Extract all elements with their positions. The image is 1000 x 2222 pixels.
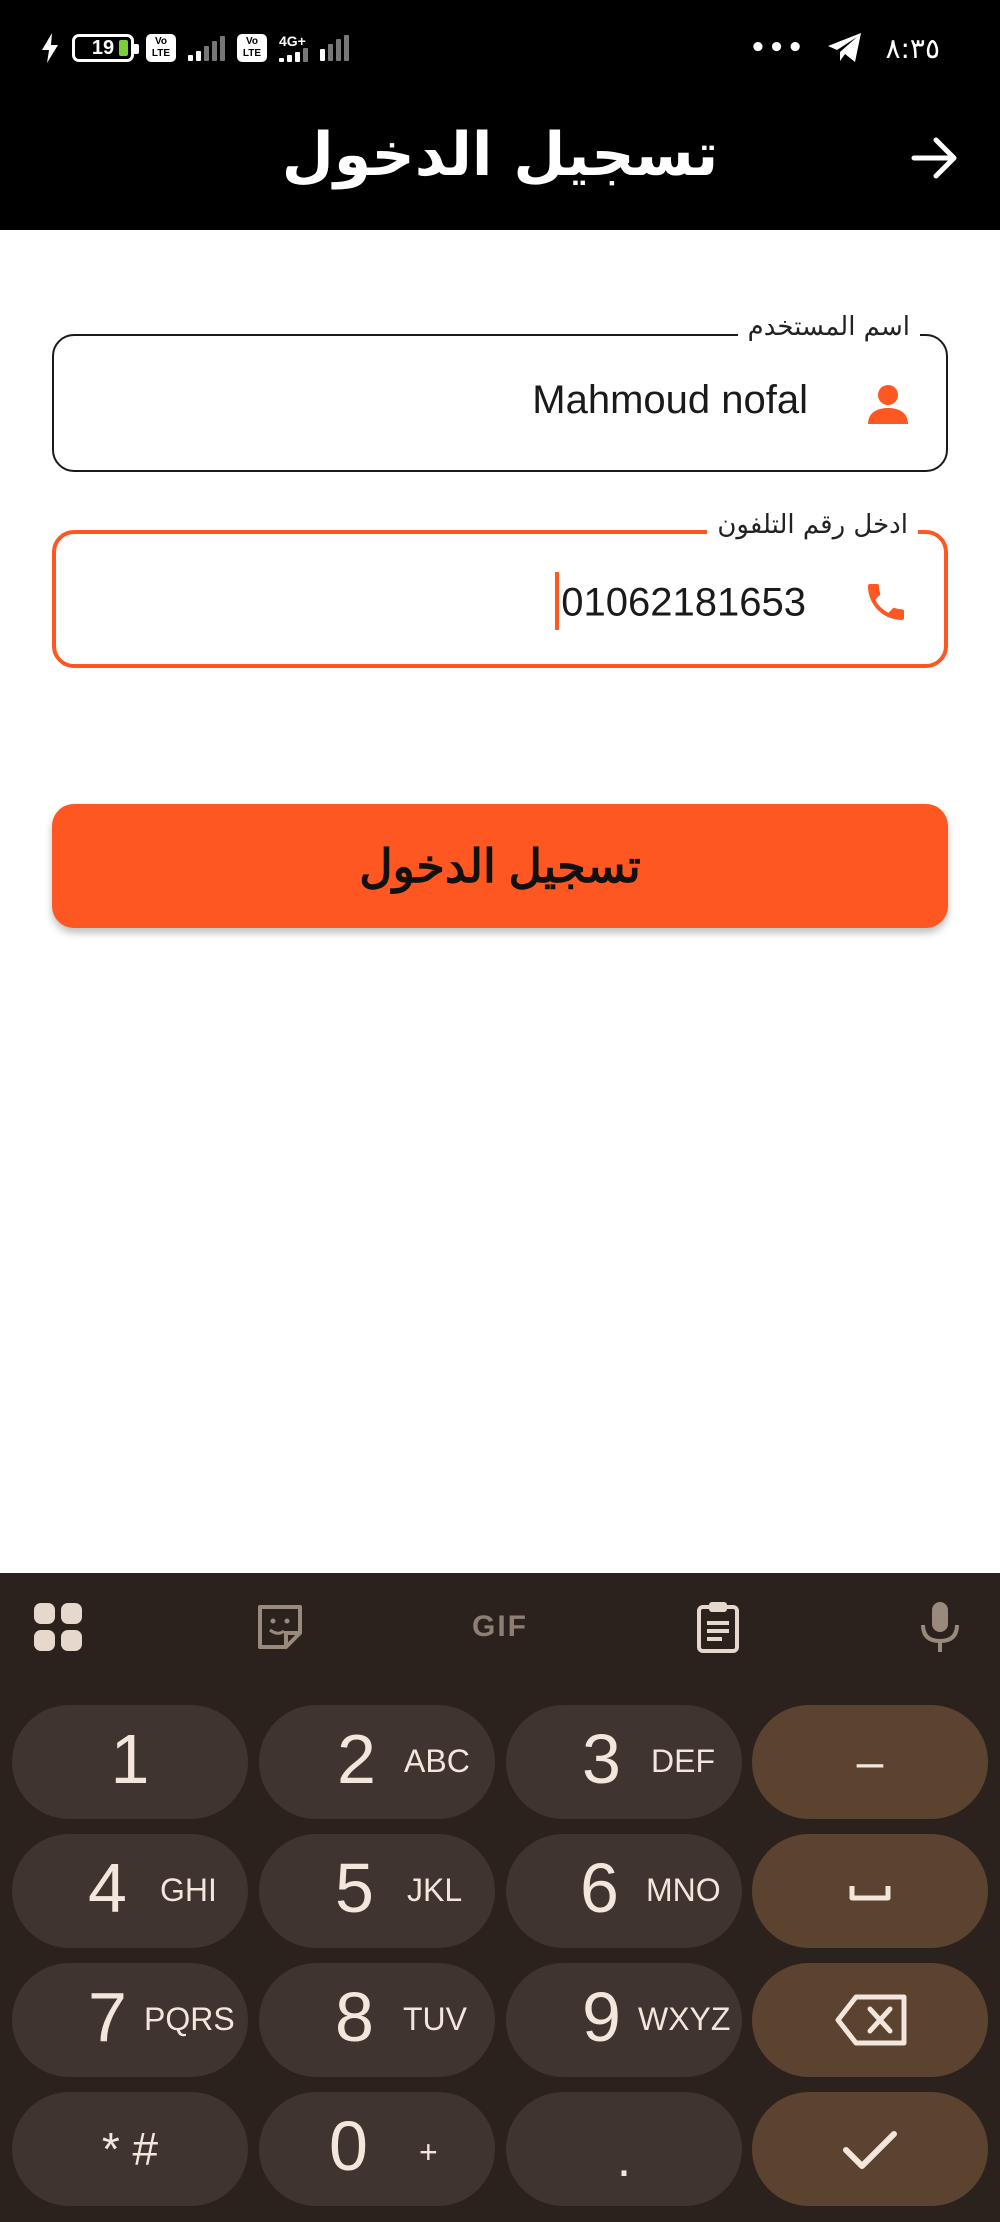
done-key[interactable]	[752, 2092, 988, 2206]
key-9[interactable]: 9 WXYZ	[506, 1963, 742, 2077]
status-bar: 19 Vo LTE Vo LTE 4G+ ••• ٨:٣٥	[0, 0, 1000, 95]
checkmark-icon	[843, 2131, 897, 2169]
key-4-digit: 4	[88, 1849, 127, 1927]
status-right: ••• ٨:٣٥	[750, 28, 940, 68]
username-label: اسم المستخدم	[737, 312, 920, 342]
dot-key-label: .	[616, 2130, 632, 2188]
dash-key-label: –	[856, 1735, 884, 1789]
space-key[interactable]	[752, 1834, 988, 1948]
phone-input[interactable]: 01062181653	[555, 572, 806, 634]
key-0-digit: 0	[329, 2107, 368, 2185]
telegram-icon	[828, 33, 862, 62]
apps-grid-icon[interactable]	[30, 1599, 86, 1655]
person-icon	[868, 385, 908, 424]
key-7-letters: PQRS	[144, 2001, 235, 2037]
login-button-label: تسجيل الدخول	[359, 840, 641, 892]
username-field[interactable]: اسم المستخدم Mahmoud nofal	[52, 312, 948, 472]
key-3-digit: 3	[582, 1720, 621, 1798]
key-6[interactable]: 6 MNO	[506, 1834, 742, 1948]
network-type: 4G+	[279, 33, 306, 49]
key-2[interactable]: 2 ABC	[259, 1705, 495, 1819]
key-7[interactable]: 7 PQRS	[12, 1963, 248, 2077]
key-4-letters: GHI	[160, 1872, 217, 1908]
numeric-keyboard: GIF 1 2 ABC 3 DEF – 4 GHI 5 JKL 6 MNO 7 …	[0, 1573, 1000, 2222]
key-1[interactable]: 1	[12, 1705, 248, 1819]
phone-value: 01062181653	[561, 580, 806, 625]
battery-fill	[119, 40, 128, 56]
network-indicator: 4G+	[279, 34, 308, 62]
key-0-plus: +	[419, 2134, 438, 2170]
key-6-digit: 6	[580, 1849, 619, 1927]
username-input[interactable]: Mahmoud nofal	[532, 378, 808, 423]
backspace-key[interactable]	[752, 1963, 988, 2077]
app-bar: تسجيل الدخول	[0, 95, 1000, 230]
key-3[interactable]: 3 DEF	[506, 1705, 742, 1819]
key-2-letters: ABC	[404, 1743, 470, 1779]
star-hash-key[interactable]: * #	[12, 2092, 248, 2206]
phone-icon	[868, 584, 904, 620]
signal-icon-2	[279, 48, 308, 62]
key-8-letters: TUV	[403, 2001, 467, 2037]
key-9-digit: 9	[582, 1978, 621, 2056]
star-hash-label: * #	[101, 2123, 159, 2175]
clipboard-icon[interactable]	[690, 1599, 746, 1655]
key-3-letters: DEF	[651, 1743, 715, 1779]
key-4[interactable]: 4 GHI	[12, 1834, 248, 1948]
space-icon	[849, 1886, 891, 1901]
clock: ٨:٣٥	[885, 31, 940, 65]
key-1-digit: 1	[110, 1720, 150, 1798]
key-8-digit: 8	[335, 1978, 374, 2056]
signal-icon-3	[320, 35, 349, 61]
key-2-digit: 2	[337, 1720, 376, 1798]
keyboard-toolbar: GIF	[0, 1573, 1000, 1681]
key-5-digit: 5	[335, 1849, 374, 1927]
charging-icon	[42, 33, 58, 63]
phone-label: ادخل رقم التلفون	[707, 510, 918, 540]
phone-field[interactable]: ادخل رقم التلفون 01062181653	[52, 510, 948, 668]
dash-key[interactable]: –	[752, 1705, 988, 1819]
more-notifications-icon: •••	[749, 33, 806, 63]
gif-button[interactable]: GIF	[462, 1599, 538, 1655]
key-5[interactable]: 5 JKL	[259, 1834, 495, 1948]
key-6-letters: MNO	[646, 1872, 721, 1908]
status-left: 19 Vo LTE Vo LTE 4G+	[40, 28, 349, 68]
dot-key[interactable]: .	[506, 2092, 742, 2206]
page-title: تسجيل الدخول	[281, 120, 719, 190]
login-button[interactable]: تسجيل الدخول	[52, 804, 948, 928]
back-arrow-icon[interactable]	[910, 133, 960, 183]
signal-icon	[188, 35, 225, 61]
key-7-digit: 7	[88, 1978, 127, 2056]
backspace-icon	[835, 1994, 907, 2046]
battery-level: 19	[91, 36, 115, 59]
key-5-letters: JKL	[407, 1872, 463, 1908]
battery-indicator: 19	[72, 34, 139, 62]
key-0[interactable]: 0 +	[259, 2092, 495, 2206]
volte-icon-2: Vo LTE	[237, 34, 267, 62]
text-cursor	[555, 572, 560, 630]
key-9-letters: WXYZ	[638, 2001, 731, 2037]
key-8[interactable]: 8 TUV	[259, 1963, 495, 2077]
microphone-icon[interactable]	[912, 1599, 968, 1655]
sticker-icon[interactable]	[252, 1599, 308, 1655]
volte-icon: Vo LTE	[146, 34, 176, 62]
